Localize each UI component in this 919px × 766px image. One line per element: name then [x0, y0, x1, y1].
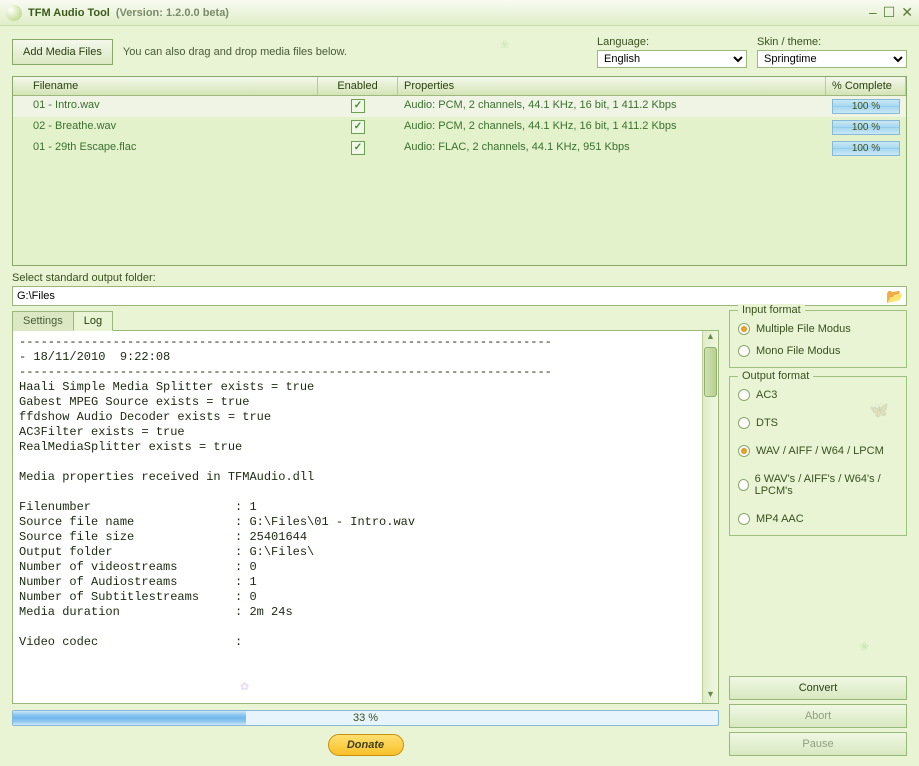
donate-button[interactable]: Donate	[328, 734, 404, 756]
language-label: Language:	[597, 36, 747, 48]
radio-option[interactable]: DTS	[738, 417, 898, 429]
skin-label: Skin / theme:	[757, 36, 907, 48]
cell-properties: Audio: PCM, 2 channels, 44.1 KHz, 16 bit…	[398, 98, 826, 115]
cell-pct: 100 %	[832, 120, 900, 135]
table-row[interactable]: 01 - 29th Escape.flac ✓ Audio: FLAC, 2 cha…	[13, 138, 906, 159]
radio-icon[interactable]	[738, 445, 750, 457]
radio-icon[interactable]	[738, 417, 750, 429]
radio-label: Mono File Modus	[756, 345, 840, 357]
check-icon[interactable]: ✓	[351, 120, 365, 134]
input-format-group: Input format Multiple File ModusMono Fil…	[729, 310, 907, 368]
radio-option[interactable]: Mono File Modus	[738, 345, 898, 357]
input-format-title: Input format	[738, 304, 805, 316]
browse-folder-icon[interactable]: 📂	[884, 288, 906, 304]
col-pct[interactable]: % Complete	[826, 77, 906, 95]
cell-enabled[interactable]: ✓	[318, 140, 398, 157]
table-row[interactable]: 01 - Intro.wav ✓ Audio: PCM, 2 channels, 4…	[13, 96, 906, 117]
cell-properties: Audio: PCM, 2 channels, 44.1 KHz, 16 bit…	[398, 119, 826, 136]
scroll-down-icon[interactable]: ▼	[703, 689, 718, 703]
skin-select[interactable]: Springtime	[757, 50, 907, 68]
radio-option[interactable]: AC3	[738, 389, 898, 401]
cell-pct: 100 %	[832, 141, 900, 156]
radio-option[interactable]: MP4 AAC	[738, 513, 898, 525]
add-media-button[interactable]: Add Media Files	[12, 39, 113, 65]
output-folder-input[interactable]	[13, 288, 884, 304]
output-format-group: Output format AC3DTSWAV / AIFF / W64 / L…	[729, 376, 907, 536]
scroll-thumb[interactable]	[704, 347, 717, 397]
minimize-icon[interactable]: –	[869, 4, 877, 21]
cell-filename: 02 - Breathe.wav	[13, 119, 318, 136]
file-table: Filename Enabled Properties % Complete 0…	[12, 76, 907, 266]
cell-enabled[interactable]: ✓	[318, 98, 398, 115]
check-icon[interactable]: ✓	[351, 99, 365, 113]
radio-option[interactable]: Multiple File Modus	[738, 323, 898, 335]
language-select[interactable]: English	[597, 50, 747, 68]
abort-button[interactable]: Abort	[729, 704, 907, 728]
radio-icon[interactable]	[738, 513, 750, 525]
convert-button[interactable]: Convert	[729, 676, 907, 700]
table-row[interactable]: 02 - Breathe.wav ✓ Audio: PCM, 2 channels,…	[13, 117, 906, 138]
progress-bar: 33 %	[12, 710, 719, 726]
app-icon	[6, 5, 22, 21]
radio-label: Multiple File Modus	[756, 323, 851, 335]
title-bar: TFM Audio Tool (Version: 1.2.0.0 beta) –…	[0, 0, 919, 26]
maximize-icon[interactable]: ☐	[883, 4, 896, 21]
radio-option[interactable]: 6 WAV's / AIFF's / W64's / LPCM's	[738, 473, 898, 497]
radio-label: WAV / AIFF / W64 / LPCM	[756, 445, 884, 457]
radio-label: 6 WAV's / AIFF's / W64's / LPCM's	[755, 473, 898, 497]
radio-icon[interactable]	[738, 345, 750, 357]
log-output: ----------------------------------------…	[13, 331, 702, 703]
progress-text: 33 %	[13, 711, 718, 725]
pause-button[interactable]: Pause	[729, 732, 907, 756]
cell-enabled[interactable]: ✓	[318, 119, 398, 136]
drag-drop-hint: You can also drag and drop media files b…	[123, 46, 347, 58]
output-folder-label: Select standard output folder:	[12, 272, 907, 284]
tab-settings[interactable]: Settings	[12, 311, 74, 331]
check-icon[interactable]: ✓	[351, 141, 365, 155]
cell-filename: 01 - 29th Escape.flac	[13, 140, 318, 157]
log-scrollbar[interactable]: ▲ ▼	[702, 331, 718, 703]
app-version: (Version: 1.2.0.0 beta)	[116, 7, 229, 19]
col-properties[interactable]: Properties	[398, 77, 826, 95]
radio-label: AC3	[756, 389, 777, 401]
tab-log[interactable]: Log	[73, 311, 113, 331]
cell-filename: 01 - Intro.wav	[13, 98, 318, 115]
radio-icon[interactable]	[738, 323, 750, 335]
radio-label: MP4 AAC	[756, 513, 804, 525]
cell-pct: 100 %	[832, 99, 900, 114]
app-title: TFM Audio Tool	[28, 7, 110, 19]
radio-label: DTS	[756, 417, 778, 429]
scroll-up-icon[interactable]: ▲	[703, 331, 718, 345]
col-enabled[interactable]: Enabled	[318, 77, 398, 95]
radio-icon[interactable]	[738, 479, 749, 491]
radio-option[interactable]: WAV / AIFF / W64 / LPCM	[738, 445, 898, 457]
output-format-title: Output format	[738, 370, 813, 382]
cell-properties: Audio: FLAC, 2 channels, 44.1 KHz, 951 K…	[398, 140, 826, 157]
close-icon[interactable]: ✕	[901, 4, 913, 21]
col-filename[interactable]: Filename	[13, 77, 318, 95]
radio-icon[interactable]	[738, 389, 750, 401]
